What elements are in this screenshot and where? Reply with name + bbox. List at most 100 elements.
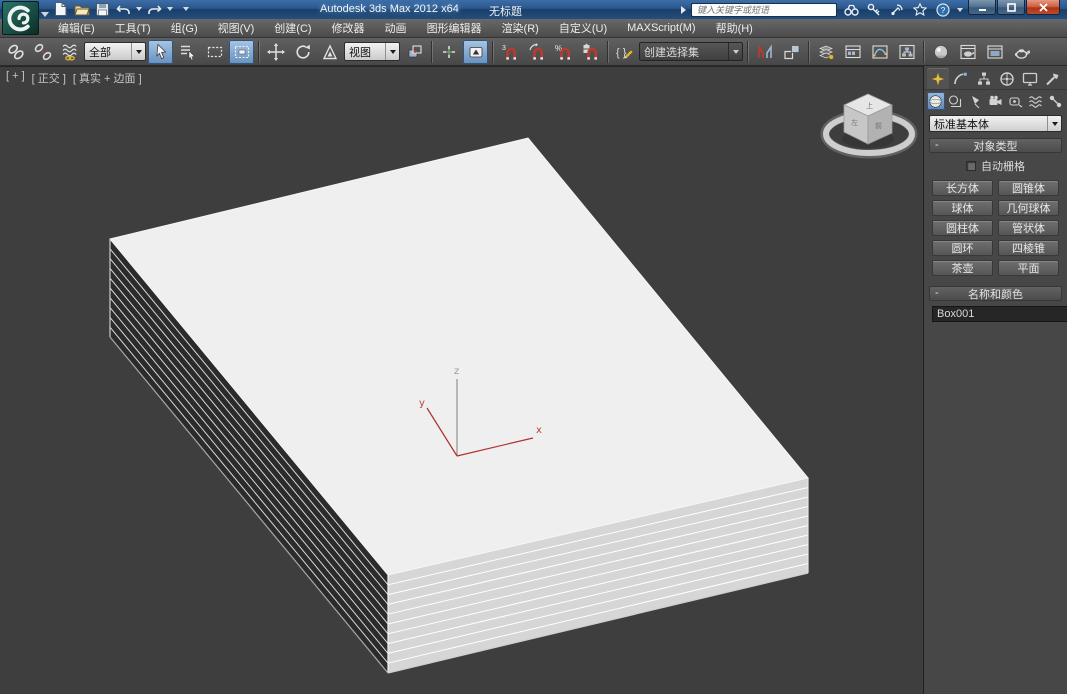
percent-snap-toggle-icon[interactable]: % [551,40,576,64]
chevron-down-icon[interactable] [385,43,399,60]
button-teapot[interactable]: 茶壶 [932,260,993,276]
menu-rendering[interactable]: 渲染(R) [492,19,549,37]
minimize-button[interactable] [968,0,996,15]
select-and-rotate-icon[interactable] [290,40,315,64]
material-editor-icon[interactable] [928,40,953,64]
use-pivot-point-center-icon[interactable] [402,40,427,64]
button-tube[interactable]: 管状体 [998,220,1059,236]
keyboard-shortcut-override-icon[interactable] [463,40,488,64]
help-icon[interactable]: ? [934,2,952,17]
button-cone[interactable]: 圆锥体 [998,180,1059,196]
chevron-down-icon[interactable] [1047,116,1061,131]
layer-manager-icon[interactable] [813,40,838,64]
menu-maxscript[interactable]: MAXScript(M) [617,19,705,37]
sign-in-key-icon[interactable] [865,2,883,17]
undo-icon[interactable] [115,1,132,17]
menu-help[interactable]: 帮助(H) [706,19,763,37]
application-menu-arrow-icon[interactable] [41,12,49,17]
menu-create[interactable]: 创建(C) [264,19,321,37]
geometry-category-dropdown[interactable]: 标准基本体 [929,115,1062,132]
selection-filter-dropdown[interactable]: 全部 [84,42,146,61]
unlink-selection-icon[interactable] [30,40,55,64]
application-menu-button[interactable] [2,1,39,35]
window-crossing-toggle-icon[interactable] [229,40,254,64]
menu-group[interactable]: 组(G) [161,19,208,37]
rollout-name-color-header[interactable]: - 名称和颜色 [929,286,1062,301]
rectangular-selection-region-icon[interactable] [202,40,227,64]
button-pyramid[interactable]: 四棱锥 [998,240,1059,256]
viewport-general-menu[interactable]: [ + ] [6,70,25,86]
angle-snap-toggle-icon[interactable] [524,40,549,64]
tab-create[interactable] [927,68,949,89]
render-setup-icon[interactable] [955,40,980,64]
search-binoculars-icon[interactable] [842,2,860,17]
menu-graph-editors[interactable]: 图形编辑器 [417,19,492,37]
graphite-ribbon-toggle-icon[interactable] [840,40,865,64]
tab-motion[interactable] [996,68,1018,89]
infocenter-collapse-icon[interactable] [681,6,686,14]
favorites-star-icon[interactable] [911,2,929,17]
menu-animation[interactable]: 动画 [375,19,417,37]
box-object[interactable] [0,67,922,694]
button-torus[interactable]: 圆环 [932,240,993,256]
subcat-cameras[interactable] [987,92,1005,110]
subcat-systems[interactable] [1046,92,1064,110]
align-icon[interactable] [779,40,804,64]
button-plane[interactable]: 平面 [998,260,1059,276]
close-button[interactable] [1026,0,1060,15]
subcat-geometry[interactable] [927,92,945,110]
button-geosphere[interactable]: 几何球体 [998,200,1059,216]
snaps-toggle-3d-icon[interactable]: 3 [497,40,522,64]
button-cylinder[interactable]: 圆柱体 [932,220,993,236]
qat-customize-icon[interactable] [183,7,189,11]
viewport-shading-menu[interactable]: [ 真实 + 边面 ] [73,70,142,86]
viewport-pov-menu[interactable]: [ 正交 ] [32,70,66,86]
tab-modify[interactable] [950,68,972,89]
select-and-scale-icon[interactable] [317,40,342,64]
named-selection-sets-dropdown[interactable]: 创建选择集 [639,42,743,61]
maximize-button[interactable] [997,0,1025,15]
redo-icon[interactable] [146,1,163,17]
subcat-space-warps[interactable] [1026,92,1044,110]
menu-tools[interactable]: 工具(T) [105,19,161,37]
help-dropdown-icon[interactable] [957,8,963,12]
menu-customize[interactable]: 自定义(U) [549,19,617,37]
button-box[interactable]: 长方体 [932,180,993,196]
subcat-lights[interactable] [967,92,985,110]
select-and-move-icon[interactable] [263,40,288,64]
select-and-link-icon[interactable] [3,40,28,64]
spinner-snap-toggle-icon[interactable] [578,40,603,64]
bind-to-space-warp-icon[interactable] [57,40,82,64]
subcat-shapes[interactable] [947,92,965,110]
select-and-manipulate-icon[interactable] [436,40,461,64]
undo-dropdown-icon[interactable] [136,7,142,11]
new-scene-icon[interactable] [52,1,69,17]
autogrid-checkbox[interactable] [966,161,976,171]
curve-editor-icon[interactable] [867,40,892,64]
communication-center-icon[interactable] [888,2,906,17]
menu-edit[interactable]: 编辑(E) [48,19,105,37]
mirror-icon[interactable] [752,40,777,64]
select-object-icon[interactable] [148,40,173,64]
save-file-icon[interactable] [94,1,111,17]
open-file-icon[interactable] [73,1,90,17]
chevron-down-icon[interactable] [728,43,742,60]
schematic-view-icon[interactable] [894,40,919,64]
quick-render-teapot-icon[interactable] [1009,40,1034,64]
object-name-field[interactable] [932,306,1067,322]
reference-coordinate-dropdown[interactable]: 视图 [344,42,400,61]
redo-dropdown-icon[interactable] [167,7,173,11]
tab-hierarchy[interactable] [973,68,995,89]
menu-views[interactable]: 视图(V) [208,19,265,37]
rendered-frame-window-icon[interactable] [982,40,1007,64]
menu-modifiers[interactable]: 修改器 [322,19,375,37]
tab-utilities[interactable] [1042,68,1064,89]
button-sphere[interactable]: 球体 [932,200,993,216]
edit-named-selection-sets-icon[interactable]: { } [612,40,637,64]
subcat-helpers[interactable] [1006,92,1024,110]
search-input[interactable] [691,3,837,17]
tab-display[interactable] [1019,68,1041,89]
select-by-name-icon[interactable] [175,40,200,64]
rollout-object-type-header[interactable]: - 对象类型 [929,138,1062,153]
chevron-down-icon[interactable] [131,43,145,60]
